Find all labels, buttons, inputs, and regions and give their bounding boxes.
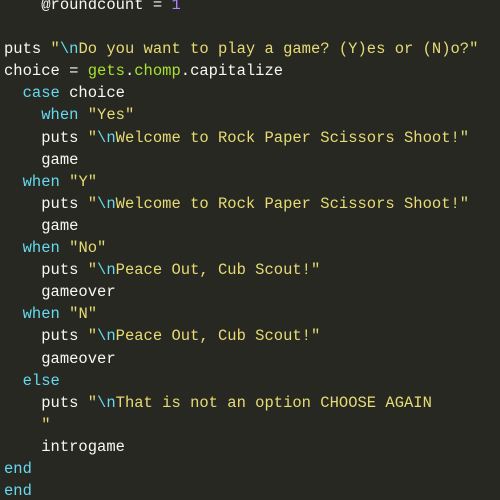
code-token-default: puts: [41, 128, 88, 147]
code-token-default: [78, 106, 87, 124]
code-token-green: gets: [87, 62, 125, 81]
code-area[interactable]: @roundcount = 1 puts "\nDo you want to p…: [4, 0, 478, 500]
code-token-string: ": [87, 128, 98, 147]
code-editor[interactable]: @roundcount = 1 puts "\nDo you want to p…: [0, 0, 500, 500]
code-token-string: ": [50, 40, 60, 59]
code-line: gameover: [4, 348, 478, 370]
code-token-default: introgame: [41, 437, 125, 456]
code-token-keyword: when: [41, 106, 79, 125]
code-token-ivar: @roundcount =: [41, 0, 172, 14]
code-token-string: "Y": [69, 172, 98, 191]
code-line: game: [4, 215, 478, 237]
code-token-default: puts: [41, 194, 88, 213]
code-token-default: puts: [41, 393, 88, 412]
code-token-string: That is not an option CHOOSE AGAIN: [115, 393, 432, 412]
code-token-string: ": [87, 261, 98, 280]
code-token-string: Do you want to play a game? (Y)es or (N)…: [78, 40, 479, 59]
code-line: puts "\nWelcome to Rock Paper Scissors S…: [4, 193, 478, 215]
code-token-keyword: case: [22, 84, 60, 103]
code-token-default: [60, 305, 69, 323]
code-line: end: [4, 458, 478, 480]
code-token-default: choice =: [4, 62, 88, 81]
code-token-default: puts: [4, 40, 51, 59]
code-token-green: chomp: [134, 62, 181, 81]
code-line: introgame: [4, 436, 478, 458]
code-token-default: gameover: [41, 283, 116, 302]
code-token-default: [60, 173, 69, 191]
code-token-string: Peace Out, Cub Scout!": [115, 327, 321, 346]
code-line: end: [4, 480, 478, 500]
code-line: when "Y": [4, 171, 478, 193]
code-token-escape: \n: [97, 194, 116, 213]
code-token-string: "Yes": [87, 106, 135, 125]
code-token-default: game: [41, 216, 79, 235]
code-token-default: choice: [59, 84, 125, 103]
code-line: ": [4, 414, 478, 436]
code-token-keyword: end: [4, 459, 32, 478]
code-token-keyword: else: [22, 371, 60, 390]
code-line: when "No": [4, 237, 478, 259]
code-token-escape: \n: [97, 128, 116, 147]
code-line: choice = gets.chomp.capitalize: [4, 60, 478, 82]
code-token-keyword: when: [22, 239, 60, 258]
code-token-default: puts: [41, 261, 88, 280]
code-token-string: Welcome to Rock Paper Scissors Shoot!": [115, 128, 470, 147]
code-token-default: game: [41, 150, 79, 169]
code-line: puts "\nPeace Out, Cub Scout!": [4, 259, 478, 281]
code-token-string: Peace Out, Cub Scout!": [115, 261, 321, 280]
code-line: case choice: [4, 82, 478, 104]
code-token-string: ": [41, 415, 51, 434]
code-line: when "N": [4, 303, 478, 325]
code-token-string: "N": [69, 305, 98, 324]
code-line: @roundcount = 1: [4, 0, 478, 16]
code-line: when "Yes": [4, 104, 478, 126]
code-line: game: [4, 149, 478, 171]
code-token-default: gameover: [41, 349, 116, 368]
code-token-default: .: [124, 62, 135, 81]
code-token-default: [60, 239, 69, 257]
code-token-string: ": [87, 327, 98, 346]
code-token-escape: \n: [59, 40, 79, 59]
code-token-string: "No": [69, 239, 107, 258]
code-token-keyword: end: [4, 482, 32, 500]
code-token-string: ": [87, 194, 98, 213]
code-line: puts "\nDo you want to play a game? (Y)e…: [4, 38, 478, 60]
code-token-keyword: when: [22, 172, 60, 191]
code-token-string: ": [87, 393, 98, 412]
code-token-escape: \n: [97, 261, 116, 280]
code-token-escape: \n: [97, 327, 116, 346]
code-line: puts "\nThat is not an option CHOOSE AGA…: [4, 392, 478, 414]
code-token-default: puts: [41, 327, 88, 346]
code-token-keyword: when: [22, 305, 60, 324]
code-line: else: [4, 370, 478, 392]
code-line: puts "\nWelcome to Rock Paper Scissors S…: [4, 127, 478, 149]
code-line: gameover: [4, 281, 478, 303]
code-token-default: .capitalize: [180, 62, 284, 81]
code-token-string: Welcome to Rock Paper Scissors Shoot!": [115, 194, 470, 213]
code-token-number: 1: [171, 0, 181, 14]
code-token-escape: \n: [97, 393, 116, 412]
code-line: puts "\nPeace Out, Cub Scout!": [4, 325, 478, 347]
